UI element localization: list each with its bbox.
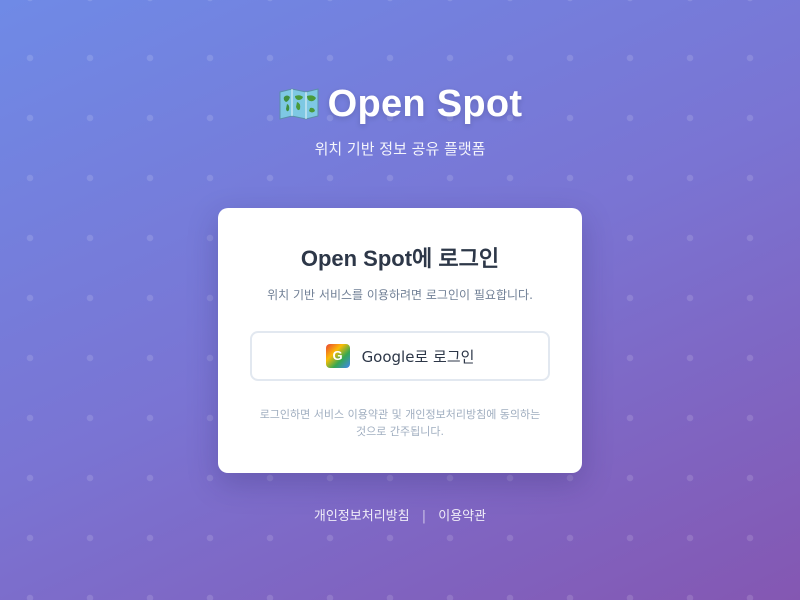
app-title: Open Spot bbox=[327, 82, 523, 125]
login-card: Open Spot에 로그인 위치 기반 서비스를 이용하려면 로그인이 필요합… bbox=[218, 208, 582, 473]
terms-of-service-link[interactable]: 이용약관 bbox=[438, 509, 486, 524]
login-description: 위치 기반 서비스를 이용하려면 로그인이 필요합니다. bbox=[267, 288, 533, 302]
login-title: Open Spot에 로그인 bbox=[300, 246, 500, 271]
footer-separator: | bbox=[421, 509, 427, 524]
google-login-label: Google로 로그인 bbox=[361, 347, 475, 366]
world-map-icon bbox=[278, 87, 320, 121]
terms-notice-line-2: 것으로 간주됩니다. bbox=[356, 425, 444, 438]
app-subtitle: 위치 기반 정보 공유 플랫폼 bbox=[314, 140, 486, 158]
terms-notice-line-1: 로그인하면 서비스 이용약관 및 개인정보처리방침에 동의하는 bbox=[259, 408, 541, 421]
google-login-button[interactable]: G Google로 로그인 bbox=[250, 331, 550, 381]
privacy-policy-link[interactable]: 개인정보처리방침 bbox=[314, 509, 410, 524]
google-icon: G bbox=[325, 344, 350, 368]
terms-notice: 로그인하면 서비스 이용약관 및 개인정보처리방침에 동의하는 것으로 간주됩니… bbox=[248, 406, 552, 440]
brand-header: Open Spot 위치 기반 정보 공유 플랫폼 bbox=[0, 80, 800, 159]
footer: 개인정보처리방침 | 이용약관 bbox=[0, 505, 800, 524]
brand-row: Open Spot bbox=[0, 80, 800, 128]
